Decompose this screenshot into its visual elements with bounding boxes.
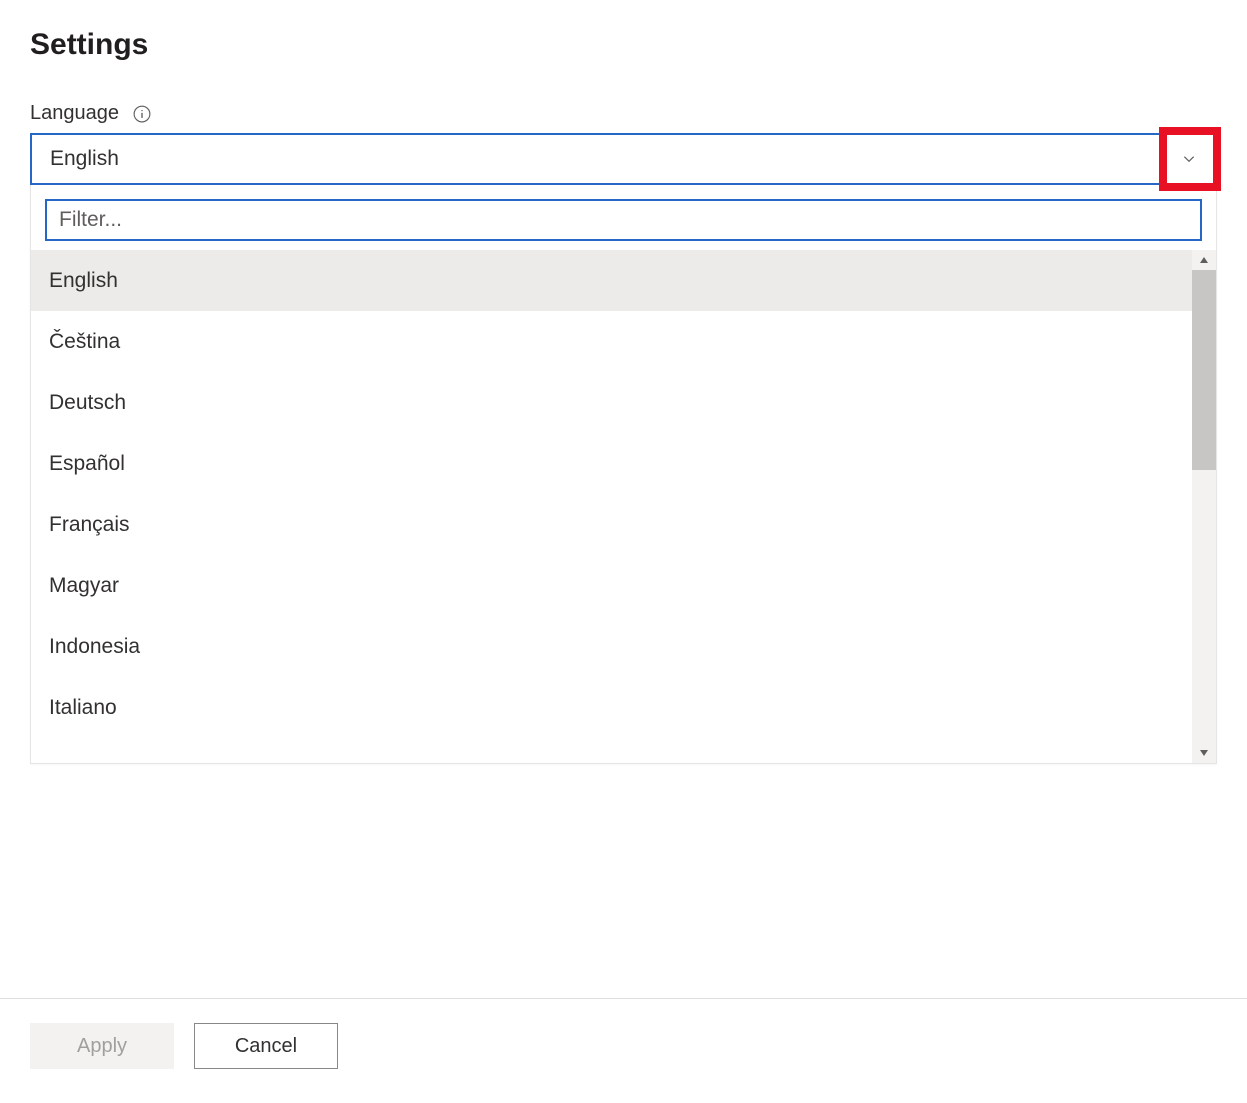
- language-option[interactable]: Italiano: [31, 677, 1192, 738]
- chevron-down-icon: [1179, 149, 1199, 169]
- language-label: Language: [30, 102, 119, 125]
- language-dropdown-panel: English Čeština Deutsch Español Français…: [30, 185, 1217, 764]
- language-select-value: English: [50, 147, 1179, 171]
- scroll-up-icon[interactable]: [1192, 250, 1216, 270]
- language-option[interactable]: Deutsch: [31, 372, 1192, 433]
- footer-actions: Apply Cancel: [0, 998, 1247, 1103]
- scroll-down-icon[interactable]: [1192, 743, 1216, 763]
- language-option[interactable]: English: [31, 250, 1192, 311]
- page-title: Settings: [30, 28, 1217, 62]
- language-filter-input[interactable]: [45, 199, 1202, 241]
- cancel-button[interactable]: Cancel: [194, 1023, 338, 1069]
- language-option[interactable]: Español: [31, 433, 1192, 494]
- scroll-thumb[interactable]: [1192, 270, 1216, 470]
- language-options-list: English Čeština Deutsch Español Français…: [31, 250, 1192, 763]
- language-field-label-row: Language: [30, 102, 1217, 125]
- language-option[interactable]: Indonesia: [31, 616, 1192, 677]
- language-option[interactable]: Magyar: [31, 555, 1192, 616]
- language-option[interactable]: Čeština: [31, 311, 1192, 372]
- language-option[interactable]: Français: [31, 494, 1192, 555]
- apply-button[interactable]: Apply: [30, 1023, 174, 1069]
- scroll-track[interactable]: [1192, 270, 1216, 743]
- dropdown-scrollbar[interactable]: [1192, 250, 1216, 763]
- info-icon[interactable]: [133, 105, 151, 123]
- language-select[interactable]: English: [30, 133, 1217, 185]
